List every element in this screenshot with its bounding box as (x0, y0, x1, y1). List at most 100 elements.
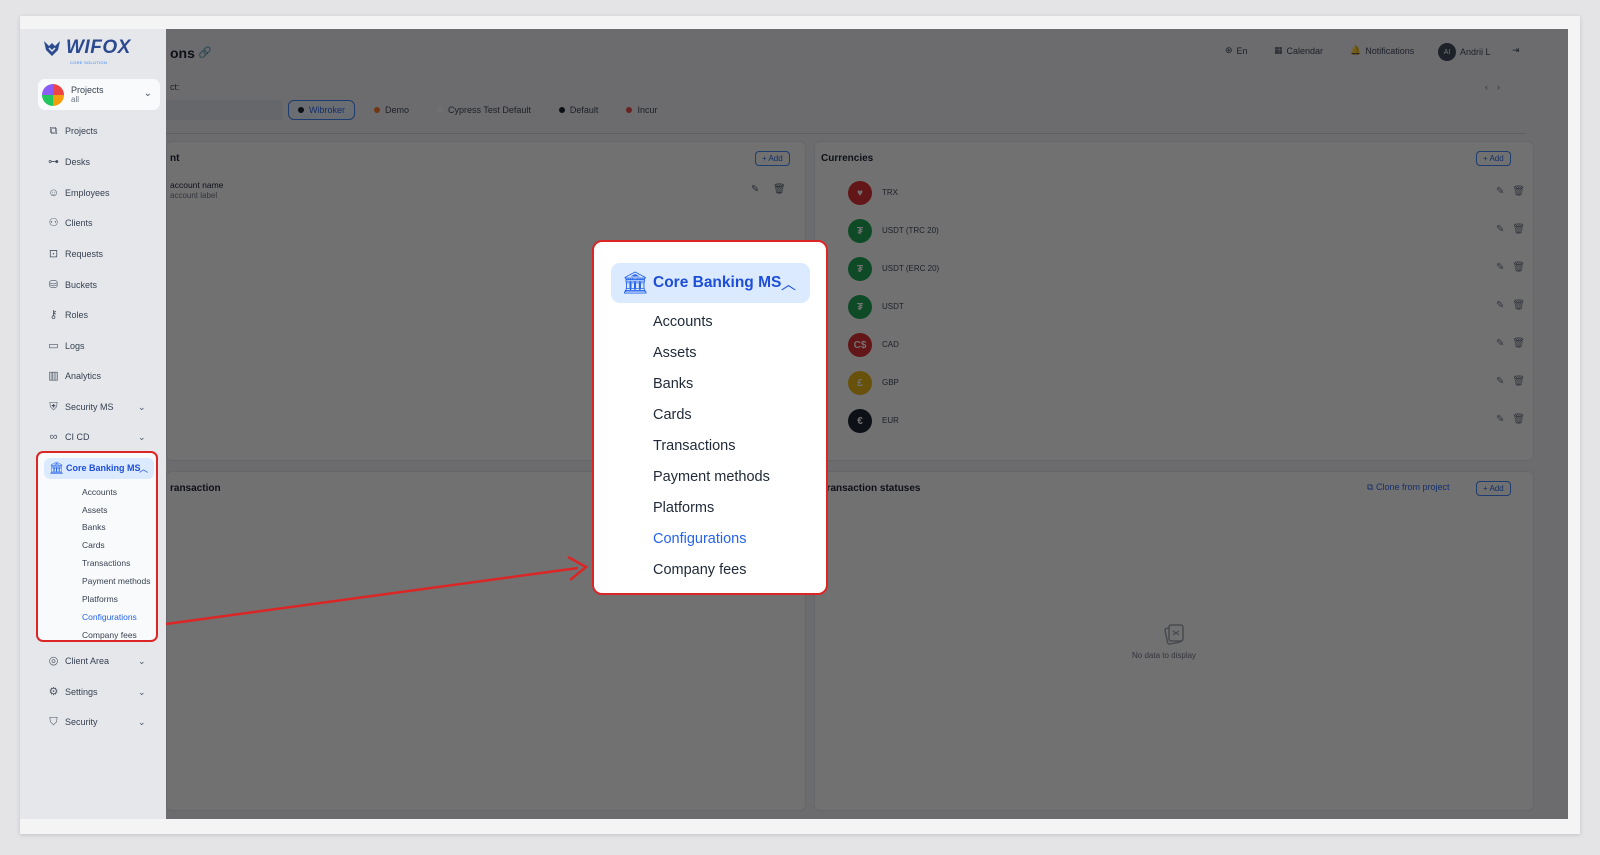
sidebar-item-analytics[interactable]: ▥ Analytics (20, 365, 166, 387)
chip-demo[interactable]: Demo (365, 100, 418, 120)
table-row[interactable]: ₮ USDT (ERC 20) ✎🗑 (834, 250, 1534, 288)
status-dot (626, 107, 633, 113)
submenu-cards[interactable]: Cards (82, 540, 105, 550)
link-icon[interactable]: 🔗 (198, 46, 212, 59)
sidebar-item-security-ms[interactable]: ⛨ Security MS ⌄ (20, 396, 166, 418)
table-row[interactable]: C$ CAD ✎🗑 (834, 326, 1534, 364)
zoom-item-assets[interactable]: Assets (653, 345, 697, 361)
row-actions[interactable]: ✎🗑 (1496, 262, 1533, 273)
sidebar-item-desks[interactable]: ⊶ Desks (20, 151, 166, 173)
usdt-coin-icon: ₮ (848, 257, 872, 281)
currency-name: USDT (ERC 20) (882, 264, 940, 273)
chip-cypress-test-default[interactable]: Cypress Test Default (428, 100, 540, 120)
row-actions[interactable]: ✎🗑 (1496, 186, 1533, 197)
sidebar-item-client-area[interactable]: ◎ Client Area ⌄ (20, 650, 166, 672)
zoom-item-configurations[interactable]: Configurations (653, 531, 747, 547)
submenu-banks[interactable]: Banks (82, 522, 106, 532)
chevron-up-icon: ︿ (138, 464, 148, 474)
sidebar-item-label: Logs (65, 341, 85, 351)
zoom-item-transactions[interactable]: Transactions (653, 438, 735, 454)
add-status-button[interactable]: + Add (1476, 481, 1511, 496)
currency-name: CAD (882, 340, 899, 349)
sidebar-item-projects[interactable]: ⧉ Projects (20, 120, 166, 142)
submenu-platforms[interactable]: Platforms (82, 594, 118, 604)
zoom-item-cards[interactable]: Cards (653, 407, 692, 423)
logout-icon[interactable]: ⇥ (1512, 45, 1520, 56)
sidebar-item-buckets[interactable]: ⛁ Buckets (20, 274, 166, 296)
brand-logo[interactable]: WIFOX (42, 38, 131, 58)
project-search-input[interactable] (166, 100, 282, 120)
project-selector[interactable]: Projects all ⌄ (38, 79, 160, 110)
currency-name: EUR (882, 416, 899, 425)
notifications-button[interactable]: 🔔 Notifications (1350, 45, 1414, 56)
brand-name: WIFOX (66, 37, 131, 58)
row-actions[interactable]: ✎🗑 (1496, 300, 1533, 311)
submenu-configurations[interactable]: Configurations (82, 612, 137, 622)
zoom-core-banking-header[interactable]: 🏛 Core Banking MS ︿ (611, 263, 810, 303)
sidebar-item-employees[interactable]: ☺ Employees (20, 182, 166, 204)
bank-icon: 🏛 (621, 270, 649, 295)
gear-icon: ⚙ (48, 685, 59, 698)
row-actions[interactable]: ✎🗑 (1496, 338, 1533, 349)
row-actions[interactable]: ✎🗑 (1496, 414, 1533, 425)
table-row[interactable]: € EUR ✎🗑 (834, 402, 1534, 440)
table-row[interactable]: £ GBP ✎🗑 (834, 364, 1534, 402)
chip-label: Cypress Test Default (448, 105, 531, 115)
sidebar-item-clients[interactable]: ⚇ Clients (20, 212, 166, 234)
sidebar-item-label: Desks (65, 157, 91, 167)
core-banking-menu-highlight: 🏛 Core Banking MS ︿ Accounts Assets Bank… (36, 451, 158, 642)
sidebar-item-core-banking-ms[interactable]: 🏛 Core Banking MS ︿ (44, 458, 154, 479)
sidebar-item-requests[interactable]: ⊡ Requests (20, 243, 166, 265)
sidebar-item-label: Security MS (65, 402, 114, 412)
user-menu[interactable]: AI Andrii L (1438, 43, 1491, 61)
language-switch[interactable]: ⊕ En (1225, 45, 1248, 56)
calendar-button[interactable]: ▦ Calendar (1274, 45, 1323, 56)
zoom-item-platforms[interactable]: Platforms (653, 500, 714, 516)
sidebar-item-label: Roles (65, 310, 89, 320)
chevron-down-icon: ⌄ (138, 431, 146, 442)
sidebar-item-roles[interactable]: ⚷ Roles (20, 304, 166, 326)
zoom-item-payment-methods[interactable]: Payment methods (653, 469, 770, 485)
chip-wibroker[interactable]: Wibroker (288, 100, 356, 120)
sidebar-item-settings[interactable]: ⚙ Settings ⌄ (20, 681, 166, 703)
empty-state-text: No data to display (1132, 651, 1197, 660)
chip-pager[interactable]: ‹› (1485, 82, 1509, 92)
add-account-button[interactable]: + Add (755, 151, 790, 166)
sidebar-item-logs[interactable]: ▭ Logs (20, 335, 166, 357)
sidebar-item-label: Settings (65, 687, 98, 697)
add-currency-button[interactable]: + Add (1476, 151, 1511, 166)
edit-icon[interactable]: ✎ (751, 184, 759, 195)
sidebar-item-label: Requests (65, 249, 104, 259)
row-actions[interactable]: ✎🗑 (1496, 224, 1533, 235)
folder-icon: ▭ (48, 339, 59, 352)
chip-label: Wibroker (309, 105, 346, 115)
chip-incur[interactable]: Incur (617, 100, 666, 120)
currencies-card-title: Currencies (821, 153, 874, 164)
submenu-transactions[interactable]: Transactions (82, 558, 130, 568)
chip-default[interactable]: Default (550, 100, 608, 120)
chip-label: Demo (385, 105, 410, 115)
submenu-company-fees[interactable]: Company fees (82, 630, 137, 640)
bank-icon: 🏛 (49, 461, 65, 475)
status-dot (437, 107, 444, 113)
zoom-item-accounts[interactable]: Accounts (653, 314, 713, 330)
zoom-item-banks[interactable]: Banks (653, 376, 693, 392)
sidebar-item-ci-cd[interactable]: ∞ CI CD ⌄ (20, 426, 166, 448)
submenu-payment-methods[interactable]: Payment methods (82, 576, 151, 586)
submenu-accounts[interactable]: Accounts (82, 487, 117, 497)
zoom-item-company-fees[interactable]: Company fees (653, 562, 747, 578)
request-icon: ⊡ (48, 247, 59, 260)
submenu-assets[interactable]: Assets (82, 505, 108, 515)
table-row[interactable]: ₮ USDT ✎🗑 (834, 288, 1534, 326)
trash-icon[interactable]: 🗑 (773, 184, 786, 195)
currency-name: TRX (882, 188, 898, 197)
sidebar-item-security[interactable]: ⛉ Security ⌄ (20, 711, 166, 733)
row-actions[interactable]: ✎🗑 (1496, 376, 1533, 387)
bar-chart-icon: ▥ (48, 369, 59, 382)
clients-icon: ⚇ (48, 216, 59, 229)
sidebar-item-label: Client Area (65, 656, 110, 666)
table-row[interactable]: ₮ USDT (TRC 20) ✎🗑 (834, 212, 1534, 250)
statuses-card-title: Transaction statuses (821, 483, 921, 494)
table-row[interactable]: ♥ TRX ✎🗑 (834, 174, 1534, 212)
clone-from-project-link[interactable]: ⧉ Clone from project (1367, 482, 1449, 493)
